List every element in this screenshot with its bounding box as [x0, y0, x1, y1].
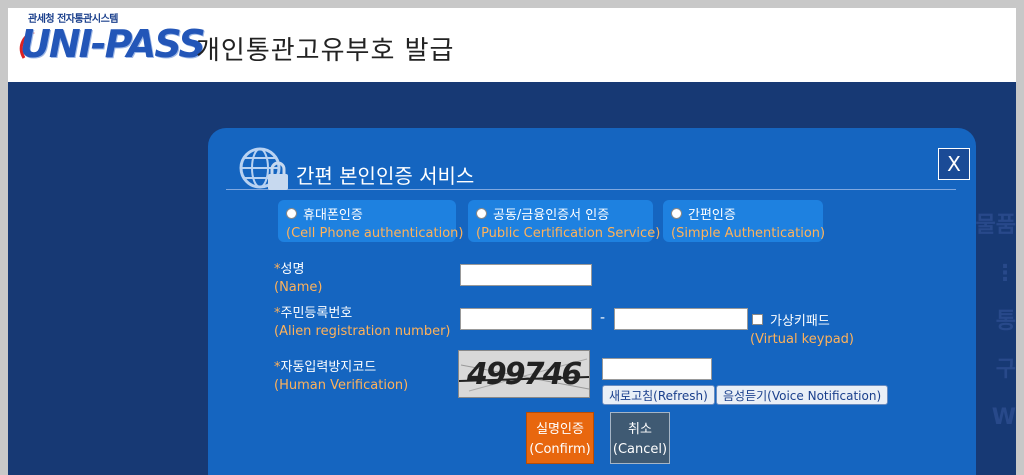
tab-simple-auth[interactable]: 간편인증 (Simple Authentication)	[663, 200, 825, 242]
close-button[interactable]: X	[938, 148, 970, 180]
page-title: 개인통관고유부호 발급	[196, 36, 455, 66]
confirm-button[interactable]: 실명인증 (Confirm)	[526, 412, 594, 464]
reg-number-label: *주민등록번호 (Alien registration number)	[274, 306, 451, 339]
radio-public-certificate[interactable]	[476, 208, 487, 219]
unipass-logo[interactable]: UNI-PASS	[20, 22, 206, 66]
dialog-title: 간편 본인인증 서비스	[296, 164, 475, 188]
captcha-voice-button[interactable]: 음성듣기(Voice Notification)	[716, 385, 889, 405]
radio-cell-phone[interactable]	[286, 208, 297, 219]
reg-number-separator: -	[600, 310, 606, 326]
name-label: *성명 (Name)	[274, 262, 323, 295]
globe-lock-icon	[239, 147, 288, 190]
captcha-image: 499746	[458, 350, 590, 398]
radio-simple-auth[interactable]	[671, 208, 682, 219]
name-input[interactable]	[460, 264, 592, 286]
virtual-keypad-label: 가상키패드 (Virtual keypad)	[750, 314, 854, 347]
site-header: 관세청 전자통관시스템 UNI-PASS 개인통관고유부호 발급	[8, 8, 1016, 82]
tab-public-certificate-auth[interactable]: 공동/금융인증서 인증 (Public Certification Servic…	[468, 200, 660, 242]
tab-cell-phone-auth[interactable]: 휴대폰인증 (Cell Phone authentication)	[278, 200, 463, 242]
cancel-button[interactable]: 취소 (Cancel)	[610, 412, 670, 464]
page-frame: 관세청 전자통관시스템 UNI-PASS 개인통관고유부호 발급 물품 ⋮ 통 …	[8, 8, 1016, 475]
captcha-code-text: 499746	[467, 357, 582, 392]
dialog-header: 간편 본인인증 서비스 X	[226, 140, 970, 190]
reg-number-first-input[interactable]	[460, 308, 592, 330]
captcha-refresh-button[interactable]: 새로고침(Refresh)	[602, 385, 715, 405]
captcha-label: *자동입력방지코드 (Human Verification)	[274, 360, 409, 393]
reg-number-second-input[interactable]	[614, 308, 748, 330]
captcha-input[interactable]	[602, 358, 712, 380]
auth-dialog: 간편 본인인증 서비스 X 휴대폰인증 (Cell Phone authenti…	[208, 128, 976, 475]
